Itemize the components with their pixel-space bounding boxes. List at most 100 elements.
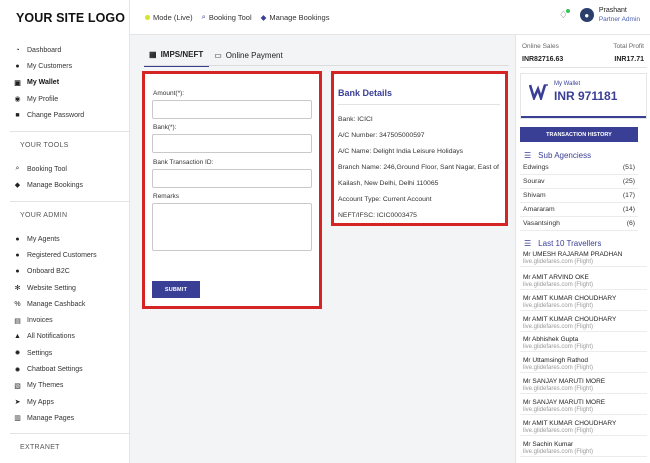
account-number: A/C Number: 347505000597 <box>338 132 425 139</box>
list-item[interactable]: Mr SANJAY MARUTI MORE live.glidefares.com… <box>520 399 647 415</box>
live-status-dot <box>145 14 150 20</box>
travellers-header: ☰ Last 10 Travellers <box>524 239 601 248</box>
travellers-title: Last 10 Travellers <box>538 239 602 248</box>
traveller-source: live.glidefares.com (Flight) <box>523 386 594 392</box>
sidebar-item-chatboat-settings[interactable]: ✹ Chatboat Settings <box>0 361 130 377</box>
gear-icon: ✹ <box>14 350 21 358</box>
manage-bookings-label: Manage Bookings <box>269 12 330 22</box>
list-item[interactable]: Sourav (25) <box>520 175 638 189</box>
traveller-name: Mr SANJAY MARUTI MORE <box>523 378 606 385</box>
transaction-history-button[interactable]: TRANSACTION HISTORY <box>520 127 638 142</box>
wallet-amount: INR 971181 <box>554 89 618 103</box>
sidebar-item-registered-customers[interactable]: ● Registered Customers <box>0 247 130 263</box>
users-icon: ● <box>15 251 20 259</box>
list-item[interactable]: Mr AMIT KUMAR CHOUDHARY live.glidefares.c… <box>520 420 647 436</box>
manage-bookings-link[interactable]: ◆ Manage Bookings <box>261 13 330 22</box>
notification-bell-icon[interactable]: ♢ <box>559 8 570 21</box>
sidebar-item-dashboard[interactable]: ◔ Dashboard <box>0 42 130 58</box>
sub-agencies-title: Sub Agenciess <box>538 151 592 160</box>
submit-button[interactable]: SUBMIT <box>152 281 200 298</box>
sidebar-item-manage-cashback[interactable]: % Manage Cashback <box>0 296 130 312</box>
wallet-icon: ▣ <box>14 79 21 87</box>
transaction-id-input[interactable] <box>152 169 312 188</box>
list-item[interactable]: Mr Sachin Kumar live.glidefares.com (Flig… <box>520 441 647 457</box>
sidebar-item-label: All Notifications <box>27 333 75 341</box>
sidebar-item-manage-pages[interactable]: ▥ Manage Pages <box>0 410 130 426</box>
bell-icon: ▲ <box>14 333 21 341</box>
amount-input[interactable] <box>152 100 312 119</box>
divider <box>520 67 647 68</box>
bank-input[interactable] <box>152 134 312 153</box>
percent-icon: % <box>14 300 21 308</box>
sidebar-item-onboard-b2c[interactable]: ● Onboard B2C <box>0 264 130 280</box>
sidebar-item-manage-bookings[interactable]: ◆ Manage Bookings <box>0 177 130 193</box>
agency-count: (51) <box>622 164 635 171</box>
sidebar-item-settings[interactable]: ✹ Settings <box>0 345 130 361</box>
sidebar-item-label: Chatboat Settings <box>27 366 83 374</box>
list-item[interactable]: Shivam (17) <box>520 189 638 203</box>
online-sales-value: INR82716.63 <box>522 56 564 63</box>
list-item[interactable]: Mr Abhishek Gupta live.glidefares.com (Fl… <box>520 336 647 352</box>
transaction-id-label: Bank Transaction ID: <box>153 159 214 166</box>
traveller-name: Mr Sachin Kumar <box>523 441 574 448</box>
payment-tabs: ▦ IMPS/NEFT ▭ Online Payment <box>144 46 289 67</box>
main-content: ▦ IMPS/NEFT ▭ Online Payment Amount(*): Ba… <box>130 35 515 463</box>
divider <box>10 131 130 132</box>
list-icon: ☰ <box>524 239 532 248</box>
traveller-name: Mr UMESH RAJARAM PRADHAN <box>523 251 623 258</box>
sidebar-item-my-profile[interactable]: ◉ My Profile <box>0 91 130 107</box>
sidebar-item-my-wallet[interactable]: ▣ My Wallet <box>0 75 130 91</box>
bank-details-title: Bank Details <box>338 88 393 98</box>
list-item[interactable]: Mr SANJAY MARUTI MORE live.glidefares.com… <box>520 378 647 394</box>
theme-icon: ▧ <box>14 382 21 390</box>
wallet-widget: My Wallet INR 971181 <box>520 73 647 119</box>
agency-name: Edwings <box>523 164 549 171</box>
sidebar-item-website-setting[interactable]: ✻ Website Setting <box>0 280 130 296</box>
traveller-name: Mr AMIT ARVIND OKE <box>523 274 589 281</box>
sidebar-item-my-agents[interactable]: ● My Agents <box>0 231 130 247</box>
list-item[interactable]: Mr AMIT KUMAR CHOUDHARY live.glidefares.c… <box>520 316 647 332</box>
list-item[interactable]: Mr UMESH RAJARAM PRADHAN live.glidefares.… <box>520 251 647 267</box>
user-circle-icon: ◉ <box>14 96 21 104</box>
sidebar-item-change-password[interactable]: ■ Change Password <box>0 107 130 123</box>
sidebar-item-my-customers[interactable]: ● My Customers <box>0 58 130 74</box>
list-item[interactable]: Mr Uttamsingh Rathod live.glidefares.com … <box>520 357 647 373</box>
online-sales-label: Online Sales <box>522 43 559 50</box>
list-item[interactable]: Vasantsingh (6) <box>520 217 638 231</box>
search-icon: ⌕ <box>201 12 206 21</box>
paper-plane-icon: ➤ <box>14 399 21 407</box>
user-role: Partner Admin <box>598 16 640 23</box>
sidebar-item-invoices[interactable]: ▤ Invoices <box>0 312 130 328</box>
site-logo[interactable]: YOUR SITE LOGO <box>0 0 129 35</box>
traveller-source: live.glidefares.com (Flight) <box>523 365 594 371</box>
sidebar-item-my-themes[interactable]: ▧ My Themes <box>0 378 130 394</box>
mode-live-toggle[interactable]: Mode (Live) <box>145 13 193 22</box>
account-name: A/C Name: Delight India Leisure Holidays <box>338 148 464 155</box>
notification-dot <box>565 8 570 13</box>
bank-name: Bank: ICICI <box>338 116 373 123</box>
list-item[interactable]: Mr AMIT ARVIND OKE live.glidefares.com (F… <box>520 274 647 290</box>
tab-online-payment[interactable]: ▭ Online Payment <box>209 46 288 67</box>
remarks-textarea[interactable] <box>152 203 312 251</box>
sidebar-item-label: Dashboard <box>27 46 62 54</box>
total-profit-value: INR17.71 <box>614 56 644 63</box>
list-item[interactable]: Edwings (51) <box>520 161 638 175</box>
tag-icon: ◆ <box>14 182 21 190</box>
traveller-source: live.glidefares.com (Flight) <box>523 259 594 265</box>
booking-tool-link[interactable]: ⌕ Booking Tool <box>202 12 252 22</box>
sidebar-item-all-notifications[interactable]: ▲ All Notifications <box>0 329 130 345</box>
sidebar-item-label: My Agents <box>27 235 60 243</box>
list-item[interactable]: Mr AMIT KUMAR CHOUDHARY live.glidefares.c… <box>520 295 647 311</box>
tab-imps-neft[interactable]: ▦ IMPS/NEFT <box>144 46 210 67</box>
sidebar-item-label: Manage Bookings <box>27 181 84 189</box>
traveller-name: Mr SANJAY MARUTI MORE <box>523 399 606 406</box>
user-menu[interactable]: ♢ ● Prashant Partner Admin <box>559 6 640 24</box>
list-item[interactable]: Amararam (14) <box>520 203 638 217</box>
search-icon: ⌕ <box>15 165 20 173</box>
traveller-source: live.glidefares.com (Flight) <box>523 449 594 455</box>
amount-label: Amount(*): <box>153 90 185 97</box>
card-icon: ▭ <box>214 51 222 60</box>
sidebar-item-my-apps[interactable]: ➤ My Apps <box>0 394 130 410</box>
sidebar-item-booking-tool[interactable]: ⌕ Booking Tool <box>0 161 130 177</box>
sidebar-item-label: Website Setting <box>27 284 76 292</box>
